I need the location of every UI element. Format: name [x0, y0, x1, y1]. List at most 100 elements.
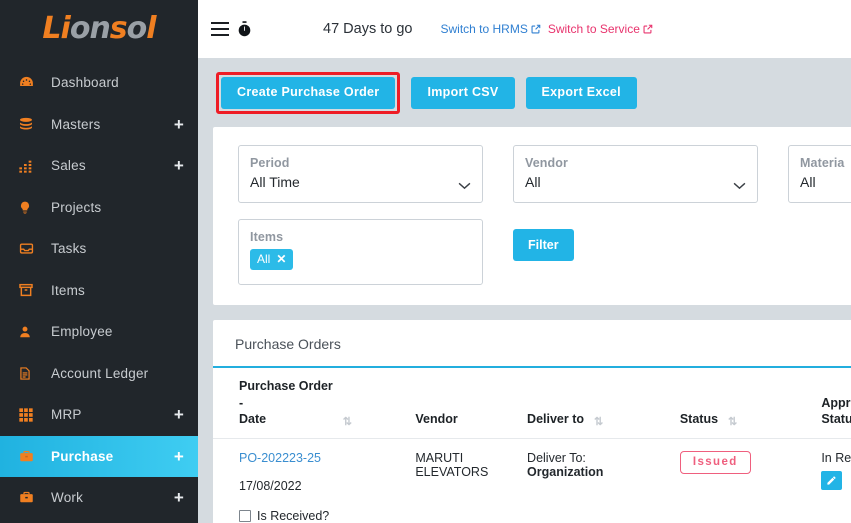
- export-excel-button[interactable]: Export Excel: [525, 77, 637, 109]
- create-purchase-order-button[interactable]: Create Purchase Order: [221, 77, 396, 109]
- sidebar-item-account-ledger[interactable]: Account Ledger: [0, 353, 198, 395]
- column-label-line3: Date: [239, 412, 267, 427]
- column-approve-status[interactable]: Approve Status ⇅: [821, 368, 851, 438]
- sidebar-item-label: Employee: [51, 324, 113, 340]
- sidebar-item-dashboard[interactable]: Dashboard: [0, 62, 198, 104]
- logo-segment-4: o: [126, 11, 148, 46]
- external-link-icon: [531, 24, 541, 34]
- column-deliver-to[interactable]: Deliver to ⇅: [527, 368, 680, 438]
- cell-deliver-to: Deliver To: Organization: [527, 437, 680, 523]
- switch-to-service-label: Switch to Service: [547, 22, 640, 36]
- expand-plus-icon[interactable]: +: [174, 157, 184, 174]
- items-filter-chip[interactable]: All ✕: [250, 249, 294, 271]
- sidebar-item-projects[interactable]: Projects: [0, 187, 198, 229]
- switch-to-hrms-link[interactable]: Switch to HRMS: [440, 22, 541, 36]
- sidebar-item-items[interactable]: Items: [0, 270, 198, 312]
- switch-to-service-link[interactable]: Switch to Service: [548, 22, 653, 36]
- approve-status-text: In Review: [821, 450, 851, 465]
- filter-button[interactable]: Filter: [513, 229, 574, 262]
- logo-segment-1: Li: [42, 11, 70, 46]
- logo-segment-5: l: [146, 11, 156, 46]
- sidebar: Lionsol Dashboard Masters + Sales + Proj…: [0, 0, 198, 523]
- items-filter[interactable]: Items All ✕: [238, 219, 483, 286]
- column-vendor[interactable]: Vendor: [415, 368, 527, 438]
- topbar: 47 Days to go Switch to HRMS Switch to S…: [198, 0, 851, 58]
- column-label-line1: Purchase Order: [239, 379, 333, 394]
- period-filter[interactable]: Period All Time: [238, 144, 483, 204]
- cell-status: Issued: [679, 437, 822, 523]
- sidebar-item-label: Sales: [51, 158, 86, 174]
- switch-to-hrms-label: Switch to HRMS: [440, 22, 528, 36]
- column-status[interactable]: Status ⇅: [680, 368, 821, 438]
- purchase-order-date: 17/08/2022: [239, 478, 302, 493]
- filters-card: Period All Time Vendor All Materia All I…: [213, 126, 851, 306]
- sidebar-nav: Dashboard Masters + Sales + Projects Tas…: [0, 58, 198, 519]
- column-purchase-order-date[interactable]: Purchase Order - Date ⇅: [213, 368, 415, 438]
- purchase-order-link[interactable]: PO-202223-25: [239, 451, 321, 465]
- column-label-line2: -: [239, 395, 244, 410]
- sidebar-item-label: Projects: [51, 199, 102, 215]
- purchase-orders-title: Purchase Orders: [213, 320, 851, 369]
- column-label-line3: Status: [679, 412, 719, 427]
- expand-plus-icon[interactable]: +: [174, 448, 184, 465]
- sidebar-item-label: Dashboard: [51, 75, 119, 91]
- sort-icon[interactable]: ⇅: [594, 416, 603, 428]
- bar-chart-icon: [18, 157, 40, 175]
- chevron-down-icon[interactable]: [458, 182, 471, 190]
- is-received-label: Is Received?: [257, 508, 330, 523]
- material-filter-value: All: [800, 173, 816, 190]
- sidebar-item-label: Items: [51, 282, 86, 298]
- status-badge: Issued: [679, 450, 751, 474]
- import-csv-button[interactable]: Import CSV: [411, 77, 515, 109]
- hamburger-icon[interactable]: [211, 22, 229, 36]
- sidebar-item-label: Work: [51, 490, 84, 506]
- expand-plus-icon[interactable]: +: [174, 406, 184, 423]
- stopwatch-icon[interactable]: [236, 20, 253, 38]
- sort-icon[interactable]: ⇅: [343, 416, 352, 428]
- column-label-line3: Vendor: [415, 412, 458, 427]
- is-received-checkbox-row[interactable]: Is Received?: [239, 509, 409, 523]
- cell-vendor: MARUTI ELEVATORS: [415, 437, 528, 523]
- filters-row-2: Items All ✕ Filter: [213, 219, 851, 286]
- brand-logo[interactable]: Lionsol: [0, 0, 198, 58]
- logo-segment-3: s: [109, 11, 128, 46]
- main-content: 47 Days to go Switch to HRMS Switch to S…: [198, 0, 851, 523]
- table-header-row: Purchase Order - Date ⇅ Vendor Deliver t…: [213, 368, 851, 438]
- pencil-icon[interactable]: [821, 470, 843, 490]
- external-link-icon: [643, 24, 653, 34]
- deliver-to-label: Deliver To:: [527, 450, 586, 465]
- inbox-icon: [18, 240, 40, 258]
- cell-purchase-order: PO-202223-25 17/08/2022 Is Received?: [213, 437, 416, 523]
- items-filter-label: Items: [250, 230, 284, 245]
- purchase-orders-card: Purchase Orders Purchase Order - Date ⇅: [213, 320, 851, 523]
- sidebar-item-sales[interactable]: Sales +: [0, 145, 198, 187]
- sidebar-item-purchase[interactable]: Purchase +: [0, 435, 198, 477]
- sidebar-item-mrp[interactable]: MRP +: [0, 394, 198, 436]
- chevron-down-icon[interactable]: [733, 182, 746, 190]
- close-icon[interactable]: ✕: [276, 252, 286, 266]
- logo-segment-2: on: [69, 11, 111, 46]
- expand-plus-icon[interactable]: +: [174, 489, 184, 506]
- sidebar-item-label: Purchase: [51, 448, 114, 464]
- material-filter[interactable]: Materia All: [788, 144, 851, 204]
- sidebar-item-masters[interactable]: Masters +: [0, 104, 198, 146]
- create-purchase-order-highlight: Create Purchase Order: [216, 72, 401, 114]
- switch-links: Switch to HRMS Switch to Service: [440, 22, 653, 36]
- briefcase-icon: [18, 447, 40, 465]
- expand-plus-icon[interactable]: +: [174, 116, 184, 133]
- sidebar-item-employee[interactable]: Employee: [0, 311, 198, 353]
- vendor-filter[interactable]: Vendor All: [513, 144, 758, 204]
- table-row: PO-202223-25 17/08/2022 Is Received? MAR…: [213, 437, 851, 523]
- column-label-line3: Deliver to: [527, 412, 585, 427]
- sidebar-item-tasks[interactable]: Tasks: [0, 228, 198, 270]
- sidebar-item-label: Masters: [51, 116, 101, 132]
- sidebar-item-label: MRP: [51, 407, 82, 423]
- app-root: Lionsol Dashboard Masters + Sales + Proj…: [0, 0, 851, 523]
- sidebar-item-work[interactable]: Work +: [0, 477, 198, 519]
- cell-approve-status: In Review: [821, 437, 851, 523]
- document-icon: [18, 364, 40, 382]
- table-body: PO-202223-25 17/08/2022 Is Received? MAR…: [213, 437, 851, 523]
- box-icon: [18, 281, 40, 299]
- is-received-checkbox[interactable]: [239, 509, 251, 522]
- sort-icon[interactable]: ⇅: [728, 416, 737, 428]
